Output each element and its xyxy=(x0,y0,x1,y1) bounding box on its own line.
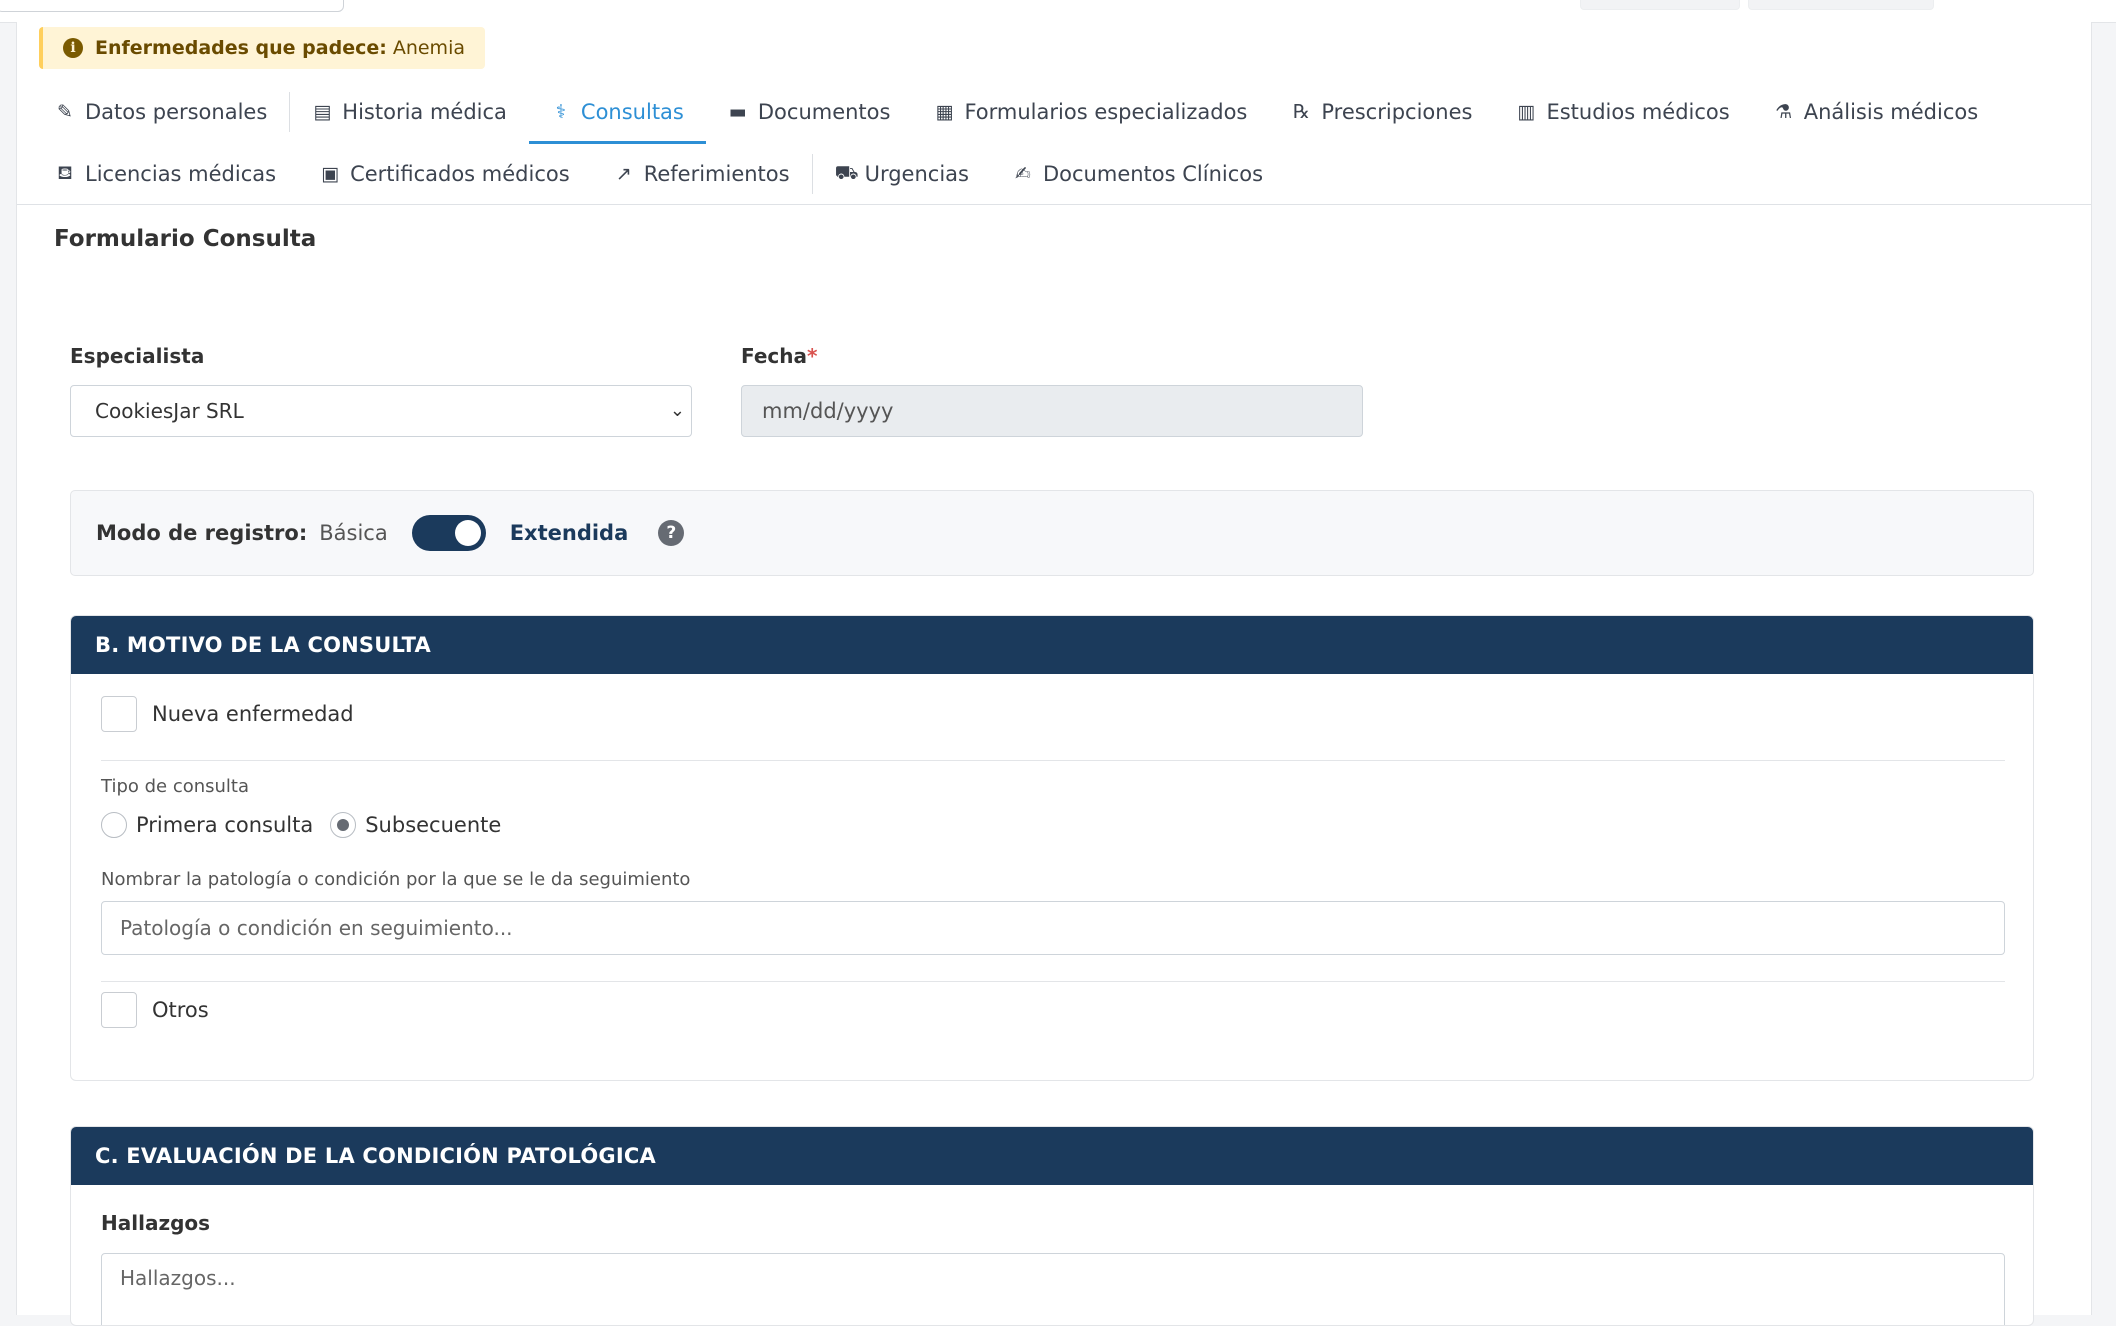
tab-label: Consultas xyxy=(580,100,684,124)
mode-basic-label: Básica xyxy=(319,521,388,545)
tab-label: Análisis médicos xyxy=(1803,100,1979,124)
tab-label: Licencias médicas xyxy=(85,162,277,186)
folder-icon: ▬ xyxy=(728,101,747,123)
tab-analisis-medicos[interactable]: ⚗ Análisis médicos xyxy=(1752,82,2000,142)
tabs-divider xyxy=(17,204,2091,205)
patologia-input[interactable]: Patología o condición en seguimiento... xyxy=(101,901,2005,955)
tab-label: Documentos xyxy=(757,100,891,124)
mode-label: Modo de registro: xyxy=(96,521,308,545)
fecha-input[interactable]: mm/dd/yyyy xyxy=(741,385,1363,437)
divider xyxy=(101,981,2005,982)
file-signature-icon: ✍ xyxy=(1015,163,1031,185)
fecha-placeholder: mm/dd/yyyy xyxy=(762,399,894,423)
registration-mode-box: Modo de registro: Básica Extendida ? xyxy=(70,490,2034,576)
especialista-label: Especialista xyxy=(70,344,204,368)
nueva-enfermedad-label: Nueva enfermedad xyxy=(152,702,354,726)
radio-primera-label: Primera consulta xyxy=(136,813,314,837)
stethoscope-icon: ⚕ xyxy=(555,101,567,123)
tipo-consulta-radios: Primera consulta Subsecuente xyxy=(101,812,518,838)
tab-certificados-medicos[interactable]: ▣ Certificados médicos xyxy=(298,144,592,204)
nueva-enfermedad-row[interactable]: Nueva enfermedad xyxy=(101,696,354,732)
tab-documentos-clinicos[interactable]: ✍ Documentos Clínicos xyxy=(991,144,1285,204)
ambulance-icon: ⛟ xyxy=(834,161,859,184)
hallazgos-label: Hallazgos xyxy=(101,1211,211,1235)
tab-estudios-medicos[interactable]: ▥ Estudios médicos xyxy=(1494,82,1751,142)
otros-row[interactable]: Otros xyxy=(101,992,209,1028)
chevron-down-icon: ⌄ xyxy=(669,400,685,421)
tab-label: Documentos Clínicos xyxy=(1042,162,1264,186)
otros-label: Otros xyxy=(152,998,209,1022)
mode-toggle[interactable] xyxy=(411,515,486,551)
section-evaluacion-condicion: C. EVALUACIÓN DE LA CONDICIÓN PATOLÓGICA… xyxy=(70,1126,2034,1326)
tab-referimientos[interactable]: ↗ Referimientos xyxy=(592,144,812,204)
radio-subsecuente[interactable] xyxy=(330,812,357,838)
tab-label: Referimientos xyxy=(643,162,790,186)
tab-consultas[interactable]: ⚕ Consultas xyxy=(528,82,706,144)
especialista-label-text: Especialista xyxy=(70,344,205,368)
flask-icon: ⚗ xyxy=(1775,101,1793,123)
tab-label: Certificados médicos xyxy=(350,162,570,186)
top-bar xyxy=(0,0,2116,23)
radio-primera-consulta[interactable] xyxy=(101,812,127,838)
hallazgos-placeholder: Hallazgos... xyxy=(120,1266,236,1290)
tab-prescripciones[interactable]: ℞ Prescripciones xyxy=(1269,82,1494,142)
tab-label: Historia médica xyxy=(342,100,507,124)
alert-label: Enfermedades que padece: xyxy=(95,37,387,59)
top-search-input[interactable] xyxy=(0,0,344,12)
patologia-label: Nombrar la patología o condición por la … xyxy=(101,869,691,890)
section-b-header: B. MOTIVO DE LA CONSULTA xyxy=(71,616,2033,674)
mode-extended-label: Extendida xyxy=(509,521,629,545)
otros-checkbox[interactable] xyxy=(101,992,137,1028)
tab-label: Datos personales xyxy=(85,100,268,124)
toggle-knob xyxy=(454,520,481,546)
tab-label: Prescripciones xyxy=(1321,100,1473,124)
tab-historia-medica[interactable]: ▤ Historia médica xyxy=(290,82,529,142)
tabs-row-2: ⛾ Licencias médicas ▣ Certificados médic… xyxy=(39,144,1285,204)
required-marker: * xyxy=(807,344,818,368)
top-bar-button-1[interactable] xyxy=(1580,0,1740,10)
hallazgos-textarea[interactable]: Hallazgos... xyxy=(101,1253,2005,1325)
top-bar-button-2[interactable] xyxy=(1748,0,1934,10)
especialista-value: CookiesJar SRL xyxy=(95,399,244,423)
tab-licencias-medicas[interactable]: ⛾ Licencias médicas xyxy=(39,144,298,204)
section-c-header: C. EVALUACIÓN DE LA CONDICIÓN PATOLÓGICA xyxy=(71,1127,2033,1185)
tab-formularios-especializados[interactable]: ▦ Formularios especializados xyxy=(912,82,1269,142)
radio-subsecuente-label: Subsecuente xyxy=(365,813,502,837)
patologia-placeholder: Patología o condición en seguimiento... xyxy=(120,916,513,940)
file-certificate-icon: ▣ xyxy=(321,163,340,185)
especialista-select[interactable]: CookiesJar SRL ⌄ xyxy=(70,385,692,437)
prescription-icon: ℞ xyxy=(1292,101,1310,123)
help-icon[interactable]: ? xyxy=(658,520,685,546)
form-title: Formulario Consulta xyxy=(54,226,317,252)
clipboard-icon: ▦ xyxy=(935,101,954,123)
tab-label: Estudios médicos xyxy=(1546,100,1730,124)
tab-label: Urgencias xyxy=(864,162,969,186)
bed-icon: ⛾ xyxy=(57,161,73,184)
tab-label: Formularios especializados xyxy=(964,100,1248,124)
tab-datos-personales[interactable]: ✎ Datos personales xyxy=(39,82,289,142)
info-icon: i xyxy=(63,38,83,58)
tipo-consulta-label: Tipo de consulta xyxy=(101,776,250,797)
fecha-label-text: Fecha xyxy=(741,344,808,368)
tabs-row-1: ✎ Datos personales ▤ Historia médica ⚕ C… xyxy=(39,82,2000,144)
tab-urgencias[interactable]: ⛟ Urgencias xyxy=(813,144,991,204)
file-medical-icon: ▤ xyxy=(313,101,332,123)
tab-documentos[interactable]: ▬ Documentos xyxy=(706,82,913,142)
pencil-icon: ✎ xyxy=(57,101,73,123)
notes-medical-icon: ▥ xyxy=(1517,101,1536,123)
fecha-label: Fecha* xyxy=(741,344,817,368)
section-motivo-consulta: B. MOTIVO DE LA CONSULTA Nueva enfermeda… xyxy=(70,615,2034,1081)
diseases-alert: i Enfermedades que padece: Anemia xyxy=(39,27,485,69)
share-icon: ↗ xyxy=(615,163,632,185)
divider xyxy=(101,760,2005,761)
nueva-enfermedad-checkbox[interactable] xyxy=(101,696,137,732)
alert-value: Anemia xyxy=(392,37,465,59)
